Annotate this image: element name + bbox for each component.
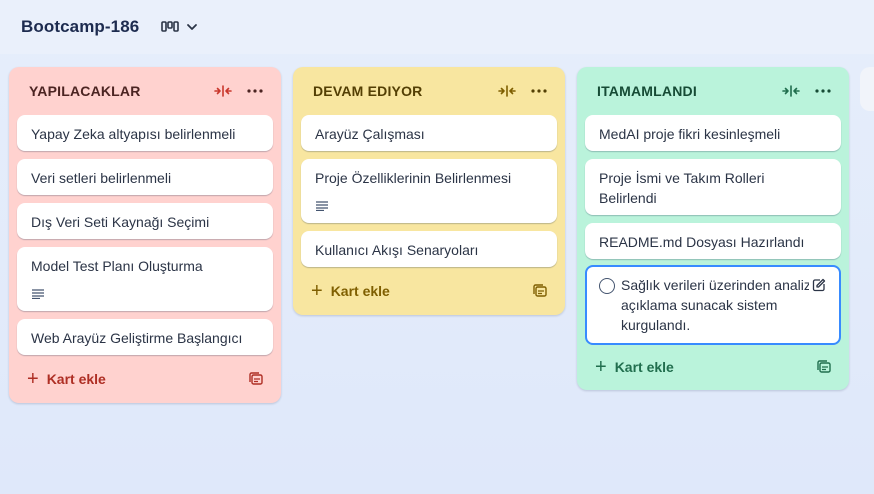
chevron-down-icon	[185, 20, 199, 34]
list-header: ITAMAMLANDI	[577, 67, 849, 115]
complete-circle-icon[interactable]	[599, 278, 615, 294]
add-list-button[interactable]	[860, 67, 874, 111]
card-title: Proje İsmi ve Takım Rolleri Belirlendi	[599, 170, 765, 206]
list-header: DEVAM EDIYOR	[293, 67, 565, 115]
collapse-list-icon[interactable]	[779, 79, 803, 103]
board-title[interactable]: Bootcamp-186	[21, 17, 139, 37]
card-title: Proje Özelliklerinin Belirlenmesi	[315, 170, 512, 186]
card[interactable]: Model Test Planı Oluşturma	[17, 247, 273, 311]
description-icon	[315, 196, 543, 216]
plus-icon: +	[27, 368, 39, 390]
card[interactable]: Veri setleri belirlenmeli	[17, 159, 273, 195]
add-card-label: Kart ekle	[46, 371, 106, 387]
list-tamamlandi: ITAMAMLANDI MedAI proje fikri kesinleşme…	[577, 67, 849, 390]
card[interactable]: MedAI proje fikri kesinleşmeli	[585, 115, 841, 151]
add-card-label: Kart ekle	[330, 283, 390, 299]
board-view-switcher[interactable]	[161, 20, 199, 34]
add-card-button[interactable]: + Kart ekle	[17, 365, 273, 393]
edit-pencil-icon[interactable]	[809, 275, 829, 295]
description-icon	[31, 284, 259, 304]
more-options-icon[interactable]	[527, 79, 551, 103]
list-title[interactable]: YAPILACAKLAR	[29, 83, 203, 99]
list-devam-ediyor: DEVAM EDIYOR Arayüz Çalışması Proje Özel…	[293, 67, 565, 315]
add-card-button[interactable]: + Kart ekle	[301, 277, 557, 305]
card-title: Model Test Planı Oluşturma	[31, 258, 203, 274]
card[interactable]: Arayüz Çalışması	[301, 115, 557, 151]
board-columns-icon	[161, 20, 180, 34]
card-title-edit[interactable]: Sağlık verileri üzerinden analiz ve açık…	[621, 275, 836, 335]
collapse-list-icon[interactable]	[211, 79, 235, 103]
more-options-icon[interactable]	[811, 79, 835, 103]
card[interactable]: Proje İsmi ve Takım Rolleri Belirlendi	[585, 159, 841, 215]
list-header: YAPILACAKLAR	[9, 67, 281, 115]
card[interactable]: Yapay Zeka altyapısı belirlenmeli	[17, 115, 273, 151]
card-template-icon[interactable]	[247, 370, 265, 388]
add-card-label: Kart ekle	[614, 359, 674, 375]
list-title[interactable]: DEVAM EDIYOR	[313, 83, 487, 99]
card-template-icon[interactable]	[531, 282, 549, 300]
list-yapilacaklar: YAPILACAKLAR Yapay Zeka altyapısı belirl…	[9, 67, 281, 403]
collapse-list-icon[interactable]	[495, 79, 519, 103]
card-title: Arayüz Çalışması	[315, 126, 425, 142]
card-title: Dış Veri Seti Kaynağı Seçimi	[31, 214, 210, 230]
card-title: Kullanıcı Akışı Senaryoları	[315, 242, 479, 258]
card[interactable]: Web Arayüz Geliştirme Başlangıcı	[17, 319, 273, 355]
more-options-icon[interactable]	[243, 79, 267, 103]
card-title: MedAI proje fikri kesinleşmeli	[599, 126, 781, 142]
card[interactable]: README.md Dosyası Hazırlandı	[585, 223, 841, 259]
card-title: Veri setleri belirlenmeli	[31, 170, 172, 186]
board-header: Bootcamp-186	[0, 0, 874, 54]
add-card-button[interactable]: + Kart ekle	[585, 353, 841, 381]
card[interactable]: Proje Özelliklerinin Belirlenmesi	[301, 159, 557, 223]
card-template-icon[interactable]	[815, 358, 833, 376]
card-title: README.md Dosyası Hazırlandı	[599, 234, 805, 250]
list-title[interactable]: ITAMAMLANDI	[597, 83, 771, 99]
plus-icon: +	[311, 280, 323, 302]
card[interactable]: Dış Veri Seti Kaynağı Seçimi	[17, 203, 273, 239]
card-title: Web Arayüz Geliştirme Başlangıcı	[31, 330, 243, 346]
card[interactable]: Kullanıcı Akışı Senaryoları	[301, 231, 557, 267]
plus-icon: +	[595, 356, 607, 378]
card-editing[interactable]: Sağlık verileri üzerinden analiz ve açık…	[585, 265, 841, 345]
card-title: Yapay Zeka altyapısı belirlenmeli	[31, 126, 236, 142]
